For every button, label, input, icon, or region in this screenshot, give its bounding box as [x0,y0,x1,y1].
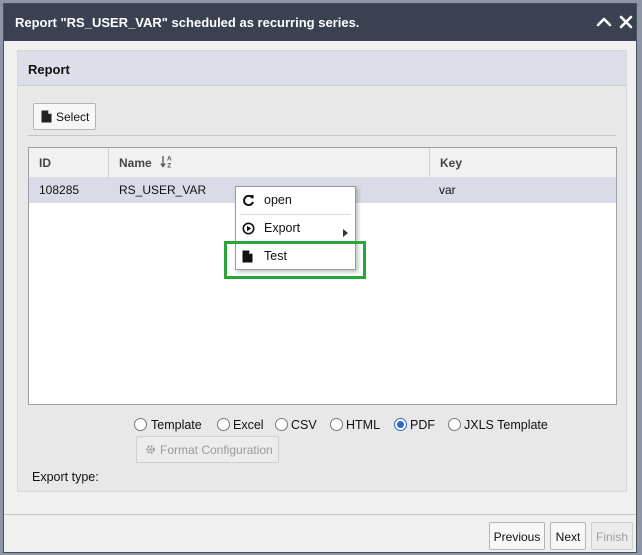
radio-html[interactable] [330,418,343,431]
radio-label-pdf: PDF [410,418,435,432]
context-menu-item-export[interactable]: Export [236,215,355,242]
radio-excel[interactable] [217,418,230,431]
radio-label-csv: CSV [291,418,317,432]
close-icon[interactable] [616,12,636,32]
cell-key: var [439,183,456,197]
column-header-key[interactable]: Key [430,148,617,177]
grid-header: ID Name A Z Key [29,148,616,178]
footer-divider [4,514,636,515]
panel-divider [28,135,616,136]
report-panel-title: Report [28,62,70,77]
context-menu-item-open[interactable]: open [236,187,355,214]
next-button[interactable]: Next [550,522,586,550]
cell-name: RS_USER_VAR [119,183,207,197]
dialog-titlebar: Report "RS_USER_VAR" scheduled as recurr… [4,4,636,41]
radio-pdf[interactable] [394,418,407,431]
format-configuration-label: Format Configuration [160,443,273,457]
column-header-id[interactable]: ID [29,148,109,177]
sort-alpha-icon[interactable]: A Z [160,154,174,172]
refresh-icon [242,194,255,210]
previous-button[interactable]: Previous [489,522,545,550]
select-button[interactable]: Select [33,103,96,130]
test-item-highlight [224,241,366,279]
cell-id: 108285 [39,183,80,197]
export-type-label: Export type: [32,470,99,484]
svg-text:A: A [167,156,172,163]
submenu-arrow-icon [343,225,348,240]
select-button-label: Select [56,110,90,124]
gear-icon [145,444,156,458]
play-circle-icon [242,222,255,238]
radio-template[interactable] [134,418,147,431]
radio-label-excel: Excel [233,418,264,432]
chevron-up-icon[interactable] [594,12,614,32]
svg-text:Z: Z [167,163,171,170]
radio-label-html: HTML [346,418,381,432]
radio-csv[interactable] [275,418,288,431]
format-configuration-button[interactable]: Format Configuration [136,436,279,463]
dialog-title: Report "RS_USER_VAR" scheduled as recurr… [15,15,360,30]
finish-button[interactable]: Finish [591,522,633,550]
radio-jxls-template[interactable] [448,418,461,431]
radio-label-jxls-template: JXLS Template [464,418,548,432]
report-panel-header: Report [18,51,626,86]
column-header-name[interactable]: Name A Z [109,148,430,177]
radio-label-template: Template [151,418,202,432]
document-icon [41,110,52,126]
